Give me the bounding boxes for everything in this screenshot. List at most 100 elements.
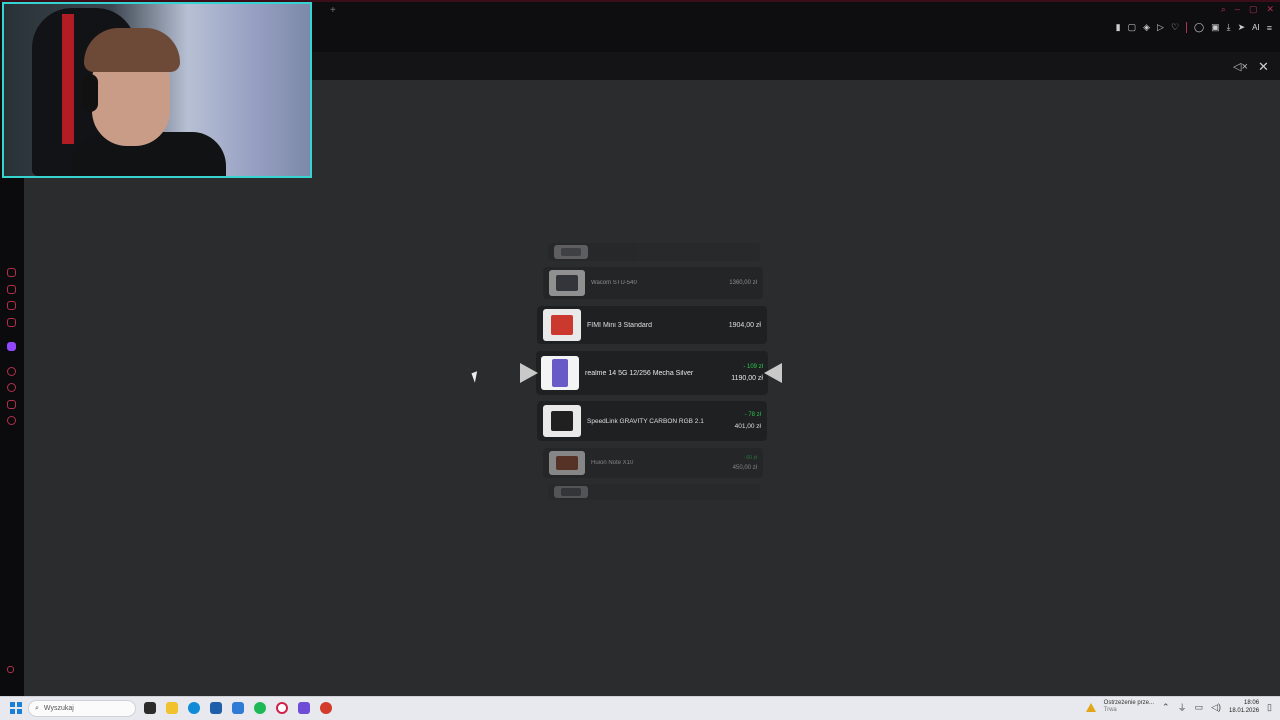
new-tab-icon[interactable]: + — [330, 5, 336, 16]
extension-icon[interactable]: ▣ — [1211, 22, 1220, 33]
search-placeholder: Wyszukaj — [43, 705, 74, 712]
taskbar: ⌕ Wyszukaj Ostrzeżenie prze... Trwa ⌃ ⏚ … — [0, 696, 1280, 720]
close-icon[interactable]: ✕ — [1258, 59, 1269, 75]
product-thumbnail — [549, 270, 585, 296]
product-image — [556, 275, 578, 291]
warning-icon[interactable] — [1085, 702, 1096, 712]
menu-icon[interactable]: ≡ — [1267, 23, 1272, 33]
carousel-item-selected[interactable]: realme 14 5G 12/256 Mecha Silver - 109 z… — [536, 351, 768, 395]
carousel-item[interactable]: SpeedLink GRAVITY CARBON RGB 2.1 - 78 zł… — [537, 401, 767, 441]
product-price: 450,00 zł — [732, 465, 757, 471]
clock-time: 18:06 — [1244, 700, 1260, 706]
product-name: FIMI Mini 3 Standard — [587, 321, 652, 329]
bookmark-icon[interactable]: ▮ — [1116, 22, 1121, 33]
carousel-item[interactable]: FIMI Mini 3 Standard 1904,00 zł — [537, 306, 767, 344]
microphone-icon[interactable]: ⏚ — [1178, 701, 1187, 714]
carousel-item[interactable]: Wacom STU-540 1360,00 zł — [543, 267, 763, 299]
notification-title: Ostrzeżenie prze... — [1103, 700, 1155, 706]
sidebar-mail-icon[interactable] — [7, 301, 16, 310]
sidebar-more-icon[interactable] — [7, 666, 14, 673]
price-drop: - 60 zł — [743, 455, 757, 461]
product-price: 401,00 zł — [734, 423, 761, 430]
product-image — [552, 359, 568, 387]
sidebar-clock-icon[interactable] — [7, 383, 16, 392]
send-icon[interactable]: ➤ — [1238, 22, 1246, 33]
volume-icon[interactable]: ◁) — [1211, 702, 1221, 713]
play-icon[interactable]: ▷ — [1157, 22, 1164, 33]
discord-icon[interactable] — [298, 702, 310, 714]
search-icon: ⌕ — [35, 704, 39, 712]
notification-center-icon[interactable]: ▯ — [1267, 702, 1272, 713]
shield-icon[interactable]: ◈ — [1143, 22, 1150, 33]
sidebar-chat-icon[interactable] — [7, 400, 16, 409]
product-price: 1190,00 zł — [731, 375, 763, 382]
product-name: SpeedLink GRAVITY CARBON RGB 2.1 — [587, 417, 704, 425]
chair-stripe — [62, 14, 74, 144]
product-price: 1360,00 zł — [729, 280, 757, 286]
sidebar-twitch-icon[interactable] — [7, 342, 16, 351]
sidebar-history-icon[interactable] — [7, 268, 16, 277]
product-image — [556, 455, 578, 471]
product-thumbnail — [543, 405, 581, 437]
obs-icon[interactable] — [320, 702, 332, 714]
minimize-icon[interactable]: – — [1235, 4, 1240, 15]
mail-icon[interactable] — [232, 702, 244, 714]
product-image — [560, 488, 582, 496]
webcam-overlay — [2, 2, 312, 178]
browser-toolbar: ▮ ▢ ◈ ▷ ♡ ◯ ▣ ⤓ ➤ AI ≡ — [1116, 22, 1272, 33]
task-view-icon[interactable] — [144, 702, 156, 714]
price-drop: - 78 zł — [744, 412, 761, 418]
product-thumbnail — [541, 356, 579, 390]
product-name: Huion Note X10 — [591, 460, 634, 466]
product-thumbnail — [543, 309, 581, 341]
mute-icon[interactable]: ◁× — [1233, 60, 1248, 73]
toolbar-separator — [1186, 22, 1188, 33]
window-controls: ⌕ – ▢ ✕ — [1221, 4, 1274, 15]
clock-date: 18.01.2026 — [1229, 708, 1260, 714]
person-hair — [84, 28, 180, 72]
carousel-item[interactable]: Huion Note X10 - 60 zł 450,00 zł — [543, 448, 763, 478]
network-icon[interactable]: ▭ — [1195, 702, 1204, 713]
heart-icon[interactable]: ♡ — [1171, 22, 1179, 33]
spotify-icon[interactable] — [254, 702, 266, 714]
opera-gx-icon[interactable] — [276, 702, 288, 714]
product-price-block: - 109 zł 1190,00 zł — [731, 361, 763, 385]
windows-start-icon[interactable] — [10, 702, 22, 714]
carousel-right-arrow-icon[interactable] — [764, 363, 782, 383]
store-icon[interactable] — [210, 702, 222, 714]
product-name: Wacom STU-540 — [591, 280, 637, 286]
product-price: 1904,00 zł — [728, 321, 761, 329]
edge-icon[interactable] — [188, 702, 200, 714]
product-image — [550, 315, 574, 335]
headset — [82, 74, 98, 112]
notification-sub: Trwa — [1103, 707, 1117, 713]
maximize-icon[interactable]: ▢ — [1249, 4, 1258, 15]
product-price-block: - 60 zł 450,00 zł — [733, 453, 757, 473]
sidebar-bag-icon[interactable] — [7, 285, 16, 294]
product-price-block: - 78 zł 401,00 zł — [735, 409, 761, 433]
product-thumbnail — [554, 245, 588, 259]
product-name: realme 14 5G 12/256 Mecha Silver — [585, 369, 694, 377]
carousel-item[interactable] — [548, 243, 760, 261]
carousel-item[interactable] — [548, 484, 760, 500]
sidebar-play-icon[interactable] — [7, 367, 16, 376]
clock[interactable]: 18:06 18.01.2026 — [1229, 699, 1259, 715]
carousel-left-arrow-icon[interactable] — [520, 363, 538, 383]
price-drop: - 109 zł — [743, 364, 763, 370]
product-image — [550, 411, 574, 431]
chat-icon[interactable]: ◯ — [1194, 22, 1204, 33]
product-image — [560, 247, 582, 257]
sidebar-calendar-icon[interactable] — [7, 318, 16, 327]
download-icon[interactable]: ⤓ — [1227, 22, 1231, 33]
product-thumbnail — [549, 451, 585, 475]
close-window-icon[interactable]: ✕ — [1266, 4, 1274, 15]
search-icon[interactable]: ⌕ — [1221, 4, 1226, 15]
taskbar-search-input[interactable]: ⌕ Wyszukaj — [28, 700, 136, 717]
screenshot-icon[interactable]: ▢ — [1128, 22, 1137, 33]
product-thumbnail — [554, 486, 588, 498]
sidebar-settings-icon[interactable] — [7, 416, 16, 425]
chevron-up-icon[interactable]: ⌃ — [1162, 702, 1170, 713]
notification-text[interactable]: Ostrzeżenie prze... Trwa — [1104, 700, 1154, 714]
file-explorer-icon[interactable] — [166, 702, 178, 714]
ai-button[interactable]: AI — [1252, 23, 1260, 32]
